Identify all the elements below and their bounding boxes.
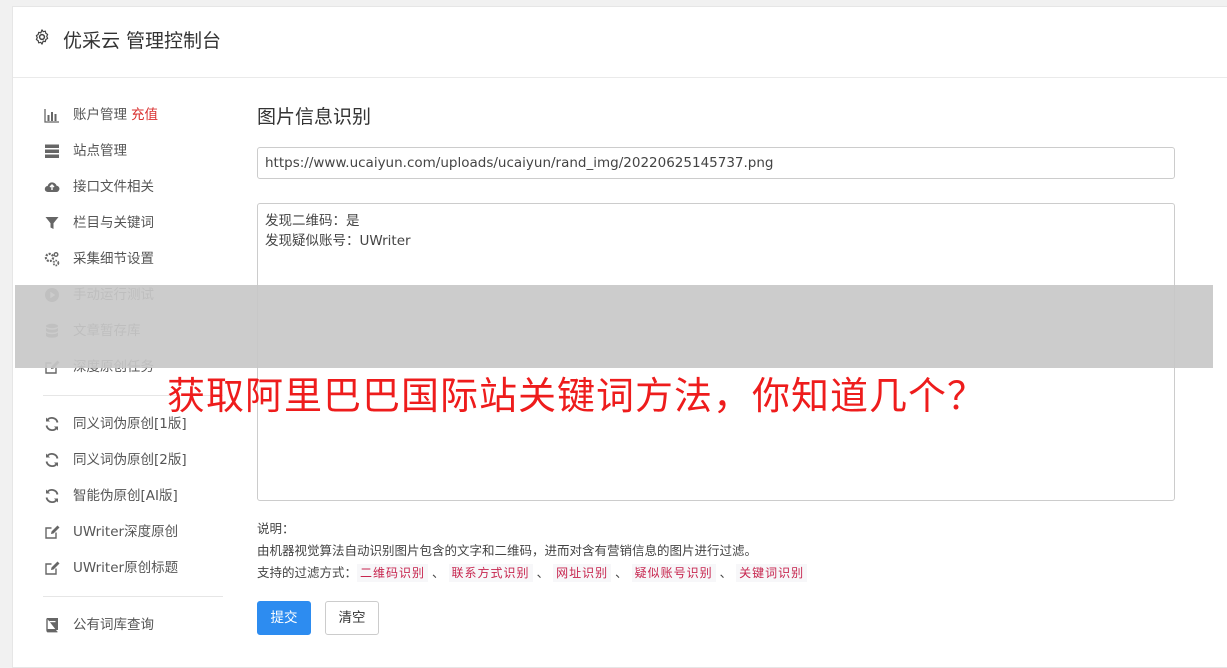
overlay-band: [15, 285, 1213, 368]
description-heading: 说明：: [257, 521, 295, 536]
sidebar-item-label: 智能伪原创[AI版]: [73, 488, 178, 504]
sidebar-item[interactable]: 公有词库查询: [43, 615, 223, 651]
result-line: 发现疑似账号：UWriter: [265, 233, 411, 249]
book-icon: [43, 616, 61, 634]
sidebar-item[interactable]: UWriter原创标题: [43, 558, 223, 594]
page-title: 优采云 管理控制台: [63, 30, 222, 52]
sidebar-item[interactable]: 采集细节设置: [43, 249, 223, 285]
edit-icon: [43, 559, 61, 577]
recharge-link[interactable]: 充值: [131, 107, 158, 123]
tag-separator: 、: [432, 565, 445, 580]
main-content: 图片信息识别 发现二维码：是 发现疑似账号：UWriter 说明： 由机器视觉算…: [257, 105, 1177, 635]
edit-icon: [43, 523, 61, 541]
filter-tag: 联系方式识别: [448, 564, 533, 582]
sidebar-item-label: 接口文件相关: [73, 179, 154, 195]
submit-button[interactable]: 提交: [257, 601, 311, 635]
refresh-icon: [43, 415, 61, 433]
description-text: 由机器视觉算法自动识别图片包含的文字和二维码，进而对含有营销信息的图片进行过滤。: [257, 543, 758, 558]
sidebar-item-label: 账户管理: [73, 107, 127, 123]
sidebar-item[interactable]: 站点管理: [43, 141, 223, 177]
refresh-icon: [43, 487, 61, 505]
filter-tag: 关键词识别: [736, 564, 808, 582]
sidebar-item-label: 站点管理: [73, 143, 127, 159]
page-header: 优采云 管理控制台: [13, 7, 1227, 78]
sidebar-item-label: 采集细节设置: [73, 251, 154, 267]
server-icon: [43, 142, 61, 160]
section-title: 图片信息识别: [257, 106, 372, 128]
image-url-input[interactable]: [257, 147, 1175, 179]
filter-tag: 二维码识别: [357, 564, 429, 582]
sidebar-item-label: 公有词库查询: [73, 617, 154, 633]
filter-icon: [43, 214, 61, 232]
filter-label: 支持的过滤方式：: [257, 565, 358, 580]
description: 说明： 由机器视觉算法自动识别图片包含的文字和二维码，进而对含有营销信息的图片进…: [257, 518, 808, 584]
result-line: 发现二维码：是: [265, 213, 360, 229]
cloud-upload-icon: [43, 178, 61, 196]
filter-tag: 网址识别: [553, 564, 612, 582]
sidebar-item-label: 同义词伪原创[2版]: [73, 452, 187, 468]
tag-separator: 、: [536, 565, 550, 580]
sidebar-item-label: UWriter深度原创: [73, 524, 179, 540]
sidebar-item-label: 栏目与关键词: [73, 215, 154, 231]
sidebar-item[interactable]: 智能伪原创[AI版]: [43, 486, 223, 522]
filter-tag: 疑似账号识别: [631, 564, 716, 582]
sidebar-item[interactable]: 栏目与关键词: [43, 213, 223, 249]
overlay-headline: 获取阿里巴巴国际站关键词方法，你知道几个？: [167, 374, 987, 418]
filter-methods: 支持的过滤方式： 二维码识别、联系方式识别、网址识别、疑似账号识别、关键词识别: [257, 562, 808, 584]
sidebar-item[interactable]: 账户管理 充值: [43, 105, 223, 141]
tag-separator: 、: [615, 565, 628, 580]
bar-chart-icon: [43, 106, 61, 124]
sidebar-item-label: UWriter原创标题: [73, 560, 179, 576]
sidebar-divider: [43, 596, 223, 597]
sidebar-item[interactable]: 接口文件相关: [43, 177, 223, 213]
clear-button[interactable]: 清空: [325, 601, 379, 635]
sidebar-item[interactable]: 同义词伪原创[2版]: [43, 450, 223, 486]
tag-separator: 、: [719, 565, 733, 580]
gear-icon: [35, 29, 49, 45]
refresh-icon: [43, 451, 61, 469]
gears-icon: [43, 250, 61, 268]
sidebar-item[interactable]: UWriter深度原创: [43, 522, 223, 558]
